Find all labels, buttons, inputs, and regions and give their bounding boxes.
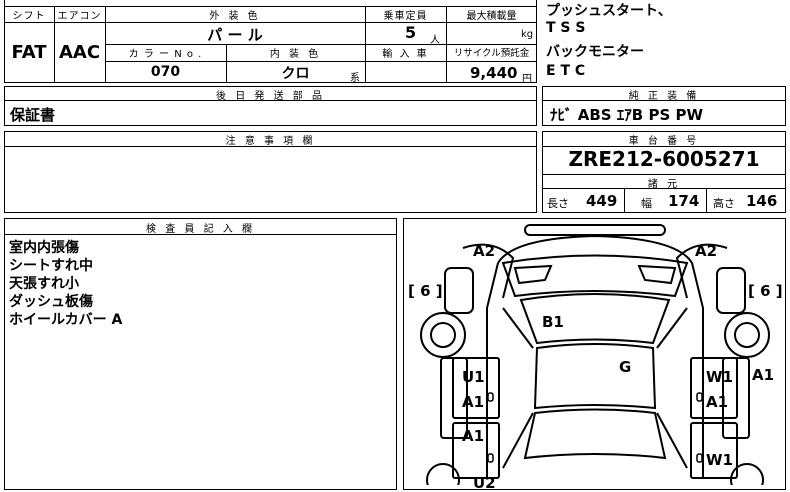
recycle-unit: 円 bbox=[522, 74, 532, 85]
exterior-color-value: パ ー ル bbox=[207, 26, 263, 44]
inspector-line-5: ホイールカバー A bbox=[9, 312, 123, 328]
option-line-4: E T C bbox=[546, 63, 586, 79]
inspector-line-4: ダッシュ板傷 bbox=[9, 294, 93, 310]
genuine-value: ﾅﾋﾞ ABS ｴｱB PS PW bbox=[550, 106, 704, 124]
capacity-value: 5 bbox=[405, 23, 417, 42]
mark-a1-left-rear: A1 bbox=[462, 427, 485, 445]
mark-a2-left: A2 bbox=[473, 242, 496, 260]
option-line-2: T S S bbox=[546, 20, 586, 36]
interior-suffix: 系 bbox=[350, 73, 360, 84]
import-header: 輸 入 車 bbox=[382, 49, 429, 60]
max-load-header: 最大積載量 bbox=[466, 11, 517, 22]
shift-header: シフト bbox=[12, 11, 46, 22]
length-label: 長さ bbox=[547, 197, 569, 210]
mark-a2-right: A2 bbox=[695, 242, 718, 260]
mark-w1-right-rear: W1 bbox=[706, 451, 733, 469]
interior-color-header: 内 装 色 bbox=[269, 49, 322, 60]
mark-b1: B1 bbox=[542, 313, 564, 331]
exterior-color-header: 外 装 色 bbox=[209, 11, 261, 22]
capacity-unit: 人 bbox=[430, 35, 440, 46]
interior-color-value: クロ bbox=[281, 66, 310, 82]
mark-w1-right-front: W1 bbox=[706, 368, 733, 386]
color-no-value: 070 bbox=[150, 64, 181, 80]
mark-a1-far-right: A1 bbox=[752, 366, 775, 384]
width-value: 174 bbox=[668, 192, 700, 210]
chassis-header: 車 台 番 号 bbox=[628, 136, 700, 147]
length-value: 449 bbox=[586, 192, 618, 210]
later-parts-header: 後 日 発 送 部 品 bbox=[216, 91, 325, 102]
max-load-unit: kg bbox=[521, 29, 534, 40]
chassis-number: ZRE212-6005271 bbox=[568, 147, 760, 171]
height-label: 高さ bbox=[713, 197, 735, 210]
option-line-1: プッシュスタート、 bbox=[546, 3, 672, 19]
mark-a1-right-front: A1 bbox=[706, 393, 729, 411]
inspector-header: 検 査 員 記 入 欄 bbox=[146, 224, 255, 235]
right-bracket: [ 6 ] bbox=[748, 282, 783, 300]
height-value: 146 bbox=[746, 192, 778, 210]
mark-u2: U2 bbox=[473, 474, 496, 492]
inspector-line-3: 天張すれ小 bbox=[9, 276, 79, 292]
car-diagram bbox=[420, 224, 770, 485]
genuine-header: 純 正 装 備 bbox=[628, 91, 700, 102]
width-label: 幅 bbox=[641, 197, 652, 210]
mark-g: G bbox=[619, 358, 632, 376]
ac-value: AAC bbox=[58, 42, 101, 63]
option-line-3: バックモニター bbox=[546, 44, 644, 60]
dims-header: 諸 元 bbox=[647, 179, 681, 190]
mark-a1-left-front: A1 bbox=[462, 393, 485, 411]
recycle-value: 9,440 bbox=[470, 64, 518, 82]
recycle-header: リサイクル預託金 bbox=[453, 48, 530, 59]
inspector-line-1: 室内内張傷 bbox=[9, 240, 79, 256]
later-parts-value: 保証書 bbox=[10, 106, 56, 124]
mark-u1: U1 bbox=[462, 368, 485, 386]
ac-header: エアコン bbox=[57, 11, 102, 22]
left-bracket: [ 6 ] bbox=[408, 282, 443, 300]
notes-header: 注 意 事 項 欄 bbox=[225, 136, 316, 147]
capacity-header: 乗車定員 bbox=[383, 11, 428, 22]
inspector-line-2: シートすれ中 bbox=[9, 258, 93, 274]
shift-value: FAT bbox=[11, 42, 47, 63]
color-no-header: カ ラ ー N o . bbox=[128, 49, 203, 60]
